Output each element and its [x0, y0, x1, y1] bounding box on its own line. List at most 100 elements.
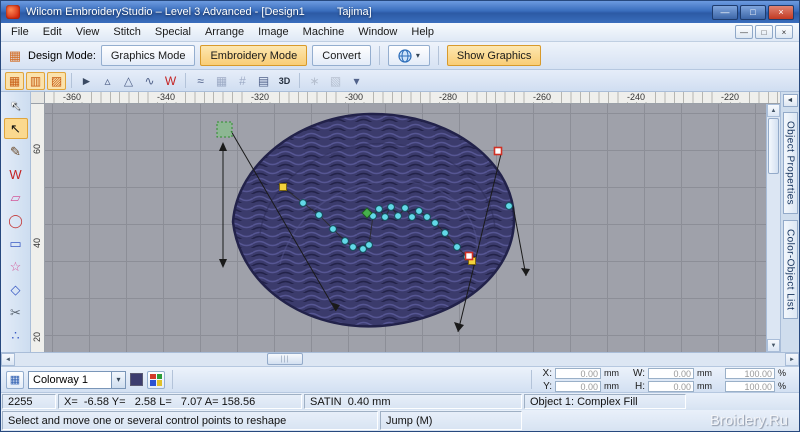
- complex-fill-tool[interactable]: ▱: [4, 187, 28, 208]
- hscroll-track[interactable]: |||: [15, 353, 785, 366]
- vscroll-thumb[interactable]: [768, 118, 779, 174]
- reshape-control-point[interactable]: [387, 203, 395, 211]
- reshape-control-point[interactable]: [431, 219, 439, 227]
- colorway-select[interactable]: Colorway 1 ▾: [28, 370, 126, 389]
- reshape-control-point[interactable]: [341, 237, 349, 245]
- hintbar: Select and move one or several control p…: [1, 410, 799, 431]
- menu-item-file[interactable]: File: [4, 24, 36, 40]
- panel-tab-object-properties[interactable]: Object Properties: [782, 112, 798, 215]
- ellipse-tool[interactable]: ◯: [4, 210, 28, 231]
- stitch-toolbar-items: ▦ ▥ ▨ ► ▵ △ ∿ W ≈ ▦ # ▤ 3D ∗ ▧ ▾: [5, 71, 366, 90]
- reshape-control-point[interactable]: [329, 225, 337, 233]
- reshape-control-point[interactable]: [415, 207, 423, 215]
- menu-item-machine[interactable]: Machine: [296, 24, 352, 40]
- h-ruler-label: -300: [343, 92, 366, 102]
- rectangle-tool[interactable]: ▭: [4, 233, 28, 254]
- reshape-control-point[interactable]: [359, 245, 367, 253]
- reshape-control-point[interactable]: [375, 205, 383, 213]
- convert-button[interactable]: Convert: [312, 45, 371, 66]
- menu-item-view[interactable]: View: [69, 24, 107, 40]
- 3d-view-toggle[interactable]: 3D: [275, 72, 294, 90]
- menu-item-image[interactable]: Image: [251, 24, 296, 40]
- scroll-left-icon[interactable]: ◄: [1, 353, 15, 366]
- lettering-icon[interactable]: W: [161, 72, 180, 90]
- effect-sparkle-icon: ∗: [309, 73, 320, 88]
- reshape-control-point[interactable]: [315, 211, 323, 219]
- y-field[interactable]: 0.00: [555, 380, 601, 392]
- stitch-edit-tool[interactable]: ∴: [4, 325, 28, 346]
- reshape-control-point[interactable]: [453, 243, 461, 251]
- select-arrow-icon[interactable]: ►: [77, 72, 96, 90]
- menu-item-help[interactable]: Help: [404, 24, 441, 40]
- menu-item-stitch[interactable]: Stitch: [106, 24, 148, 40]
- show-graphics-button[interactable]: Show Graphics: [446, 45, 542, 66]
- reshape-control-point[interactable]: [299, 199, 307, 207]
- hscroll-thumb[interactable]: |||: [267, 353, 303, 365]
- lettering-tool[interactable]: W: [4, 164, 28, 185]
- h-field[interactable]: 0.00: [648, 380, 694, 392]
- current-thread-swatch[interactable]: [130, 373, 143, 386]
- select-object-tool[interactable]: ↖: [4, 95, 28, 116]
- entry-point-marker[interactable]: [216, 121, 233, 138]
- knife-tool[interactable]: ✂: [4, 302, 28, 323]
- star-tool[interactable]: ☆: [4, 256, 28, 277]
- colorway-settings-icon[interactable]: ▦: [6, 370, 24, 389]
- panel-tab-color-object-list[interactable]: Color-Object List: [782, 220, 798, 320]
- reshape-control-point[interactable]: [394, 212, 402, 220]
- reshape-control-point[interactable]: [365, 241, 373, 249]
- scroll-up-icon[interactable]: ▲: [767, 104, 780, 117]
- embroidery-mode-button[interactable]: Embroidery Mode: [200, 45, 308, 66]
- horizontal-scrollbar[interactable]: ◄ ||| ►: [1, 352, 799, 366]
- titlebar: Wilcom EmbroideryStudio – Level 3 Advanc…: [1, 1, 799, 23]
- current-tool-indicator: Jump (M): [380, 411, 522, 430]
- square-yellow-marker[interactable]: [279, 183, 287, 191]
- reshape-object-tool[interactable]: ↖: [3, 118, 28, 139]
- design-canvas[interactable]: [45, 104, 766, 352]
- square-red-marker[interactable]: [464, 251, 474, 261]
- circle-cyan-marker[interactable]: [505, 202, 513, 210]
- close-button[interactable]: ×: [768, 4, 794, 20]
- scale-x-field[interactable]: 100.00: [725, 367, 775, 379]
- column-b-icon[interactable]: △: [119, 72, 138, 90]
- reshape-control-point[interactable]: [423, 213, 431, 221]
- reshape-control-point[interactable]: [441, 229, 449, 237]
- auto-fill-icon[interactable]: ▦: [5, 71, 24, 90]
- tatami-fill-icon[interactable]: ▨: [47, 71, 66, 90]
- toolbar-overflow-icon[interactable]: ▾: [347, 72, 366, 90]
- digitize-run-tool[interactable]: ✎: [4, 141, 28, 162]
- scroll-right-icon[interactable]: ►: [785, 353, 799, 366]
- graphics-mode-button[interactable]: Graphics Mode: [100, 45, 196, 66]
- menu-item-window[interactable]: Window: [351, 24, 404, 40]
- panel-collapse-button[interactable]: ◄: [782, 94, 798, 107]
- mdi-restore-button[interactable]: □: [755, 25, 773, 39]
- contour-fill-icon[interactable]: ≈: [191, 72, 210, 90]
- x-field[interactable]: 0.00: [555, 367, 601, 379]
- scale-y-field[interactable]: 100.00: [725, 380, 775, 392]
- maximize-button[interactable]: □: [740, 4, 766, 20]
- combo-dropdown-icon[interactable]: ▾: [111, 371, 125, 388]
- polygon-tool[interactable]: ◇: [4, 279, 28, 300]
- zigzag-stitch-icon[interactable]: ∿: [140, 72, 159, 90]
- menu-item-arrange[interactable]: Arrange: [198, 24, 251, 40]
- scroll-down-icon[interactable]: ▼: [767, 339, 780, 352]
- reshape-control-point[interactable]: [349, 243, 357, 251]
- reshape-control-point[interactable]: [408, 213, 416, 221]
- colorway-palette-button[interactable]: [147, 370, 165, 389]
- hoop-globe-button[interactable]: ▾: [387, 45, 430, 66]
- mdi-minimize-button[interactable]: —: [735, 25, 753, 39]
- w-field[interactable]: 0.00: [648, 367, 694, 379]
- reshape-control-point[interactable]: [381, 213, 389, 221]
- reshape-control-point[interactable]: [401, 204, 409, 212]
- vertical-scrollbar[interactable]: ▲ ▼: [766, 104, 780, 352]
- h-label: H:: [635, 380, 645, 392]
- satin-fill-icon[interactable]: ▥: [26, 71, 45, 90]
- embroidery-object[interactable]: [231, 112, 516, 328]
- menu-item-special[interactable]: Special: [148, 24, 198, 40]
- mdi-close-button[interactable]: ×: [775, 25, 793, 39]
- column-a-icon[interactable]: ▵: [98, 72, 117, 90]
- square-red-marker[interactable]: [493, 146, 503, 156]
- layout-icon[interactable]: ▤: [254, 72, 273, 90]
- minimize-button[interactable]: —: [712, 4, 738, 20]
- w-label: W:: [632, 367, 645, 379]
- menu-item-edit[interactable]: Edit: [36, 24, 69, 40]
